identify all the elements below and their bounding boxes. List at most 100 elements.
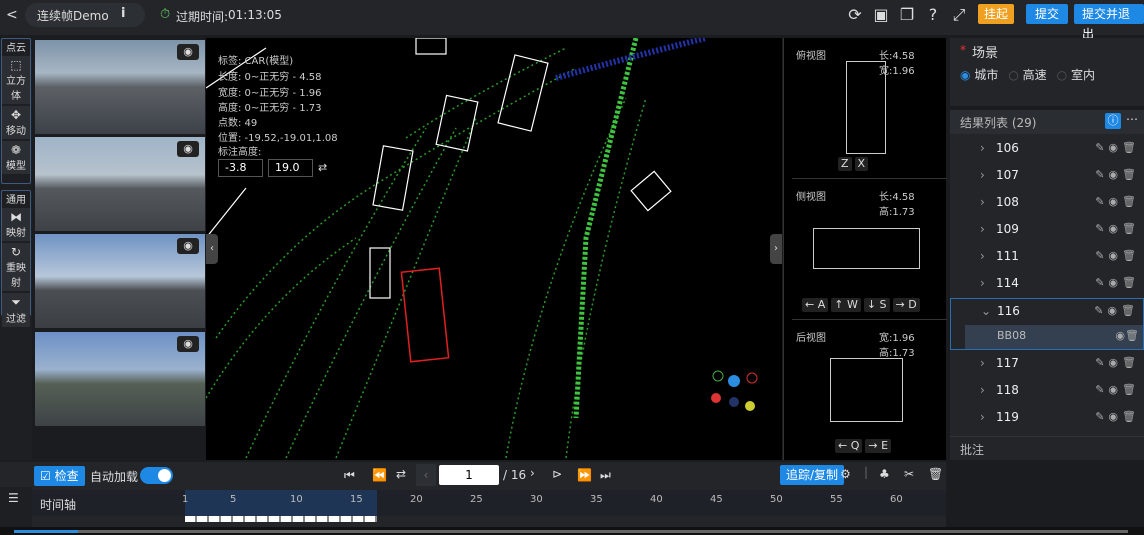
eye-icon[interactable]: ◉ [177,238,199,254]
model-tool[interactable]: ❁ 模型 [2,141,30,174]
filter-tool[interactable]: ⏷ 过滤 [2,293,30,327]
timer-value: 01:13:05 [228,8,282,22]
rewind-icon[interactable]: ⏪ [372,468,387,482]
fullscreen-icon[interactable]: ⤢ [949,5,969,25]
child-actions[interactable]: ◉🗑 [1115,329,1139,342]
page-input[interactable]: 1 [439,465,499,485]
rotate-x-button[interactable]: X [854,157,869,171]
model-label: 模型 [6,161,26,172]
check-button[interactable]: ☑ 检查 [34,466,85,486]
last-frame-icon[interactable]: ⏭ [600,468,611,483]
submit-exit-button[interactable]: 提交并退出 [1074,4,1144,41]
result-item[interactable]: › 109 ✎◉🗑 [950,217,1144,243]
camera-image-2[interactable]: ◉ [35,137,205,231]
eye-icon[interactable]: ◉ [177,44,199,60]
top-view-box[interactable] [846,61,886,154]
copy-icon[interactable]: ❐ [897,5,917,25]
autoload-toggle[interactable] [140,467,173,484]
rotate-z-button[interactable]: Z [838,157,852,171]
settings-icon[interactable]: ⚙ [840,467,851,481]
loop-icon[interactable]: ⇄ [396,467,406,481]
row-actions[interactable]: ✎◉🗑 [1095,383,1140,396]
key-w-button[interactable]: ↑ W [831,298,861,312]
chevron-right-icon[interactable]: › [980,141,985,155]
back-icon[interactable]: < [6,7,18,23]
radio-indoor[interactable]: ○ 室内 [1057,66,1095,83]
radio-city[interactable]: ◉ 城市 [960,66,998,83]
row-actions[interactable]: ✎◉🗑 [1095,410,1140,423]
key-s-button[interactable]: ↓ S [863,298,890,312]
help-icon[interactable]: ? [923,5,943,25]
info-icon[interactable]: ⓘ [1105,113,1121,129]
bottom-scrollbar[interactable] [0,527,1144,535]
result-item[interactable]: › 107 ✎◉🗑 [950,163,1144,189]
save-icon[interactable]: ▣ [871,5,891,25]
chevron-right-icon[interactable]: › [980,222,985,236]
result-item[interactable]: › 117 ✎◉🗑 [950,351,1144,377]
row-actions[interactable]: ✎◉🗑 [1095,276,1140,289]
key-d-button[interactable]: → D [892,298,920,312]
collapse-left-handle[interactable]: ‹ [206,234,218,264]
key-e-button[interactable]: → E [865,439,892,453]
suspend-button[interactable]: 挂起 [978,4,1015,24]
annot-height-label: 标注高度: [218,147,262,158]
camera-image-3[interactable]: ◉ [35,234,205,328]
row-actions[interactable]: ✎◉🗑 [1094,304,1139,317]
row-actions[interactable]: ✎◉🗑 [1095,168,1140,181]
move-tool[interactable]: ✥ 移动 [2,106,30,139]
camera-image-4[interactable]: ◉ [35,332,205,426]
result-item[interactable]: › 106 ✎◉🗑 [950,136,1144,162]
fast-forward-icon[interactable]: ⏩ [577,468,592,482]
radio-highway[interactable]: ○ 高速 [1008,66,1046,83]
timeline-track[interactable]: 时间轴 1 5 10 15 20 25 30 35 40 45 50 55 60 [32,490,946,522]
chevron-right-icon[interactable]: › [980,276,985,290]
result-item[interactable]: › 118 ✎◉🗑 [950,378,1144,404]
submit-button[interactable]: 提交 [1026,4,1069,24]
key-q-button[interactable]: ← Q [835,439,863,453]
collapse-right-handle[interactable]: › [770,234,782,264]
remap-tool[interactable]: ↻ 重映射 [2,243,30,291]
row-actions[interactable]: ✎◉🗑 [1095,249,1140,262]
more-icon[interactable]: ⋯ [1126,112,1138,126]
swap-icon[interactable]: ⇄ [318,161,327,174]
chevron-right-icon[interactable]: › [980,356,985,370]
key-a-button[interactable]: ← A [802,298,829,312]
chevron-right-icon[interactable]: › [980,168,985,182]
row-actions[interactable]: ✎◉🗑 [1095,141,1140,154]
info-icon[interactable]: i [121,6,125,21]
row-actions[interactable]: ✎◉🗑 [1095,195,1140,208]
result-item[interactable]: › 108 ✎◉🗑 [950,190,1144,216]
side-view-box[interactable] [813,228,920,269]
back-view-box[interactable] [830,358,903,422]
cube-tool[interactable]: ⬚ 立方体 [2,56,30,104]
chevron-right-icon[interactable]: › [980,249,985,263]
share-icon[interactable]: ⟳ [845,5,865,25]
height-max-input[interactable]: 19.0 [268,159,313,177]
play-icon[interactable]: ⊳ [552,467,562,481]
row-actions[interactable]: ✎◉🗑 [1095,356,1140,369]
chevron-right-icon[interactable]: › [980,383,985,397]
scissors-icon[interactable]: ✂ [904,467,914,481]
map-tool[interactable]: ⧓ 映射 [2,208,30,241]
sliders-icon[interactable]: ☰ [8,491,19,505]
chevron-down-icon[interactable]: ⌄ [981,304,991,318]
eye-icon[interactable]: ◉ [177,141,199,157]
pointcloud-3d-view[interactable]: 标签: CAR(模型) 长度: 0~正无穷 - 4.58 宽度: 0~正无穷 -… [206,38,782,460]
result-item[interactable]: › 119 ✎◉🗑 [950,405,1144,431]
result-item[interactable]: › 114 ✎◉🗑 [950,271,1144,297]
prev-button[interactable]: ‹ [416,464,436,486]
child-item[interactable]: BB08 ◉🗑 [965,325,1143,349]
result-item[interactable]: ⌄ 116 ✎◉🗑 BB08 ◉🗑 [950,298,1144,350]
eye-icon[interactable]: ◉ [177,336,199,352]
chevron-right-icon[interactable]: › [980,410,985,424]
row-actions[interactable]: ✎◉🗑 [1095,222,1140,235]
trash-icon[interactable]: 🗑 [928,467,943,481]
result-item[interactable]: › 111 ✎◉🗑 [950,244,1144,270]
track-copy-button[interactable]: 追踪/复制 [780,465,845,485]
chevron-right-icon[interactable]: › [980,195,985,209]
camera-image-1[interactable]: ◉ [35,40,205,134]
hierarchy-icon[interactable]: ♣ [879,467,890,481]
first-frame-icon[interactable]: ⏮ [344,468,355,483]
next-button[interactable]: › [530,466,535,480]
height-min-input[interactable]: -3.8 [218,159,263,177]
